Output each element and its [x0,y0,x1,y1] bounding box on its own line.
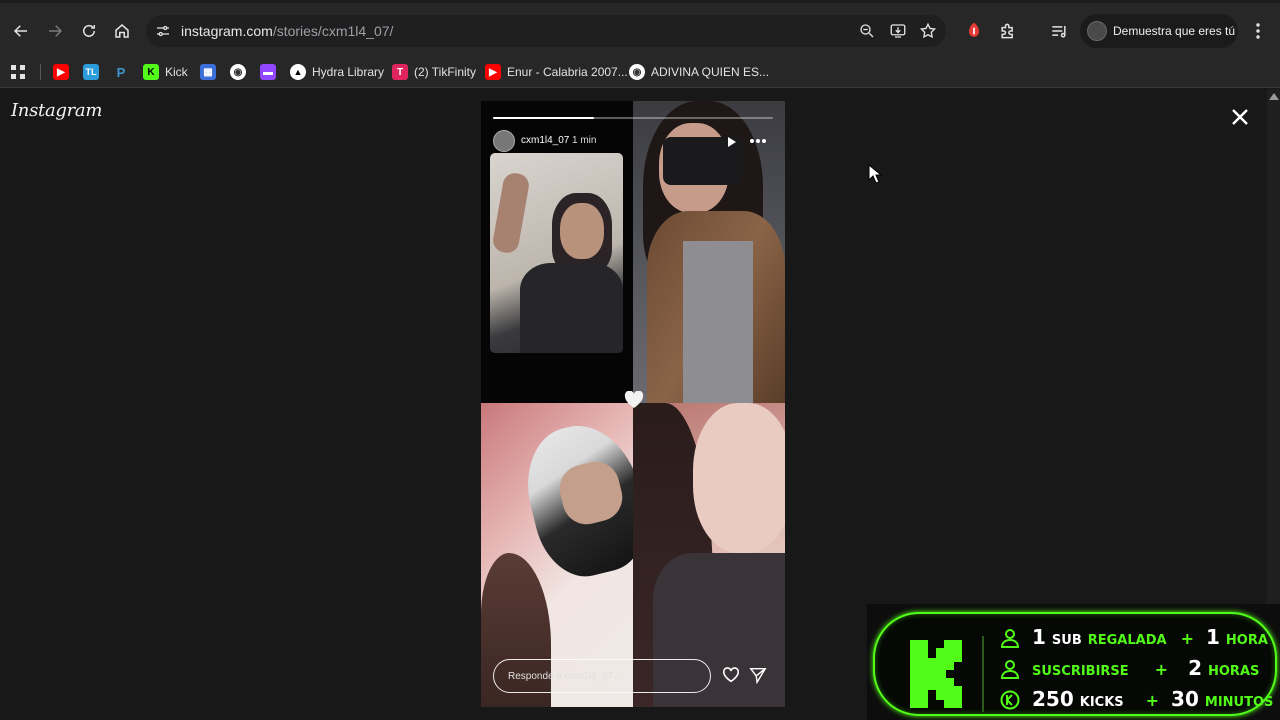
forward-button[interactable] [43,19,67,43]
url-text[interactable]: instagram.com/stories/cxm1l4_07/ [181,23,393,39]
profile-button[interactable]: Demuestra que eres tú [1080,14,1238,48]
home-button[interactable] [110,19,134,43]
globe-icon: ◉ [230,64,246,80]
divider [982,636,984,712]
youtube-icon: ▶ [53,64,69,80]
bookmark-tikfinity[interactable]: T (2) TikFinity [392,61,476,83]
bookmark-kick[interactable]: K Kick [143,61,188,83]
zoom-icon[interactable] [858,22,876,40]
tikfinity-icon: T [392,64,408,80]
more-options-icon[interactable] [749,138,767,144]
kick-row-1: 1 SUB REGALADA + 1 HORA [1000,624,1268,649]
hydra-icon: ▲ [290,64,306,80]
tl-icon: TL [83,64,99,80]
globe-icon: ◉ [629,64,645,80]
reload-icon [83,24,95,37]
row2-plus: + [1154,660,1169,679]
install-app-icon[interactable] [889,22,907,40]
story-photo-2 [633,101,785,403]
row1-green: REGALADA [1087,633,1167,648]
arrow-left-icon [13,25,27,37]
browser-toolbar: instagram.com/stories/cxm1l4_07/ Demuest… [0,0,1280,56]
story-progress-fill [493,117,594,119]
mouse-cursor-icon [868,163,883,184]
user-icon [1000,660,1020,679]
bookmark-label: Hydra Library [312,65,385,79]
apps-grid-icon[interactable] [10,61,26,83]
kick-coin-icon [1000,690,1020,710]
home-icon [115,24,129,38]
kick-icon: K [143,64,159,80]
row3-num: 250 [1032,687,1074,711]
site-settings-icon[interactable] [154,22,172,40]
instagram-logo[interactable]: Instagram [11,100,102,121]
row3-unit: MINUTOS [1204,695,1274,710]
bookmark-label: (2) TikFinity [414,65,477,79]
extensions-puzzle-icon[interactable] [997,20,1019,42]
row1-num2: 1 [1205,625,1220,649]
bookmarks-separator [40,64,41,80]
bookmark-adivina[interactable]: ◉ ADIVINA QUIEN ES... [629,61,769,83]
reply-placeholder: Responde a cxm1l4_07... [508,671,622,682]
youtube-icon: ▶ [485,64,501,80]
paypal-icon: P [116,64,126,80]
kick-row-3: 250 KICKS + 30 MINUTOS [1000,686,1274,711]
row3-word: KICKS [1079,695,1124,710]
avatar [1087,21,1107,41]
row3-plus: + [1145,691,1160,710]
kick-overlay-frame: 1 SUB REGALADA + 1 HORA SUSCRIBIRSE + 2 … [873,612,1277,716]
row1-plus: + [1180,629,1194,648]
bookmark-1[interactable]: TL [83,61,105,83]
twitch-icon: ▬ [260,64,276,80]
user-icon [1000,629,1020,648]
bookmark-4[interactable]: ▦ [200,61,222,83]
url-path: /stories/cxm1l4_07/ [272,23,394,39]
reply-input[interactable]: Responde a cxm1l4_07... [493,659,711,693]
bookmark-hydra[interactable]: ▲ Hydra Library [290,61,384,83]
bookmark-star-icon[interactable] [919,22,937,40]
row1-unit: HORA [1225,633,1268,648]
address-bar[interactable]: instagram.com/stories/cxm1l4_07/ [146,15,946,47]
bookmark-enur[interactable]: ▶ Enur - Calabria 2007... [485,61,628,83]
story-time: 1 min [572,135,597,146]
story-username[interactable]: cxm1l4_07 [521,135,569,146]
heart-icon[interactable] [722,666,740,684]
row1-word: SUB [1051,633,1082,648]
bookmarks-bar: ▶ TL P K Kick ▦ ◉ ▬ ▲ Hydra Library T (2) T… [0,56,1280,88]
kebab-menu-icon[interactable] [1250,21,1266,41]
bookmark-label: Kick [165,65,188,79]
app-icon: ▦ [200,64,216,80]
story-progress-bar [493,117,773,119]
url-host: instagram.com [181,23,273,39]
arrow-right-icon [49,25,63,37]
heart-sticker-icon [624,391,644,408]
row2-unit: HORAS [1208,664,1260,679]
kick-overlay: 1 SUB REGALADA + 1 HORA SUSCRIBIRSE + 2 … [867,604,1280,720]
back-button[interactable] [9,19,33,43]
extension-red-icon[interactable] [963,20,985,42]
row3-num2: 30 [1171,687,1199,711]
kick-row-2: SUSCRIBIRSE + 2 HORAS [1000,655,1260,680]
send-icon[interactable] [749,666,767,684]
bookmark-0[interactable]: ▶ [53,61,75,83]
reload-button[interactable] [77,19,101,43]
row2-num2: 2 [1188,656,1202,680]
bookmark-label: ADIVINA QUIEN ES... [651,65,770,79]
story-viewer[interactable]: cxm1l4_07 1 min Responde a cxm1l4_07... [481,101,785,707]
close-icon [1232,109,1248,125]
story-avatar[interactable] [493,130,515,152]
close-story-button[interactable] [1229,106,1251,128]
scroll-up-icon[interactable] [1269,93,1279,100]
bookmark-6[interactable]: ▬ [260,61,282,83]
bookmark-2[interactable]: P [113,61,135,83]
bookmark-label: Enur - Calabria 2007... [507,65,628,79]
row1-num: 1 [1032,625,1046,649]
bookmark-5[interactable]: ◉ [230,61,252,83]
play-icon[interactable] [727,136,737,148]
row2-green: SUSCRIBIRSE [1032,664,1129,679]
profile-label: Demuestra que eres tú [1113,24,1236,38]
media-control-icon[interactable] [1048,20,1070,42]
kick-logo [910,640,962,708]
